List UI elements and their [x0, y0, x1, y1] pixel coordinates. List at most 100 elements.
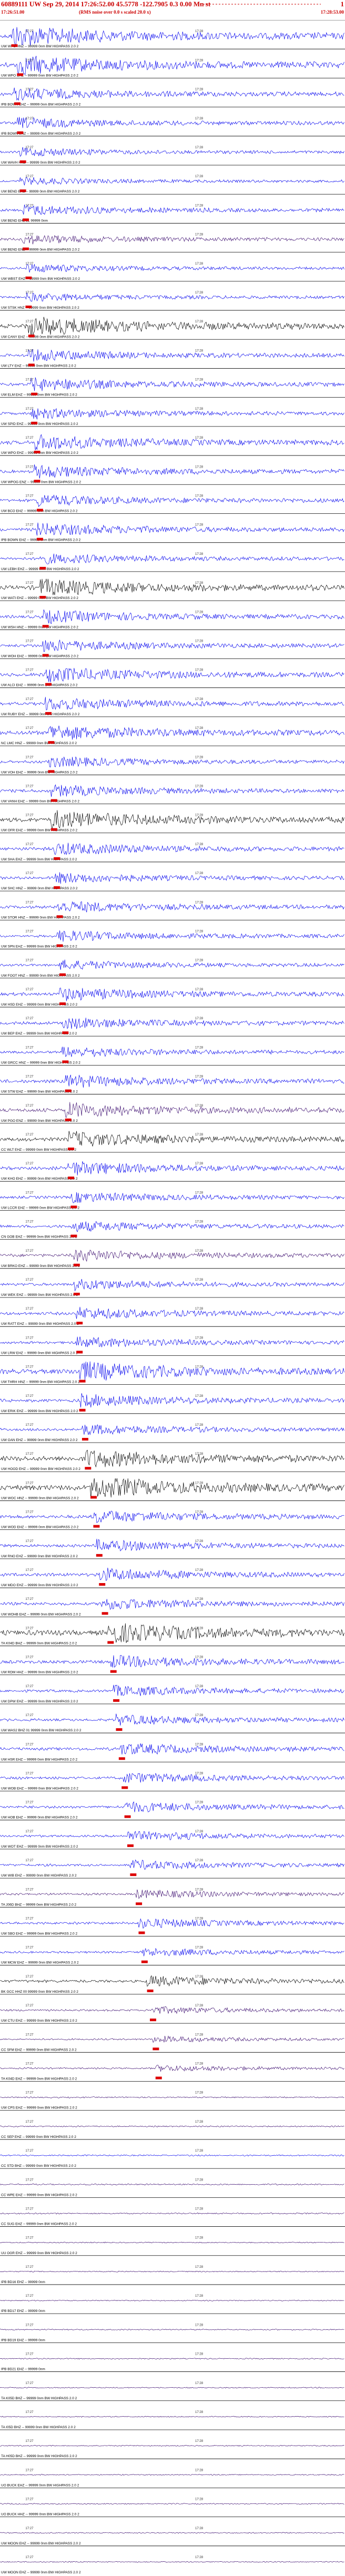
pick-marker — [39, 566, 46, 570]
time-tick-label: 17:27 — [25, 1076, 34, 1079]
trace-42: 17:27 17:28 CN GOB EHZ -- 99999 0nm BW HIG… — [0, 1210, 345, 1239]
trace-label: BK GCC HHZ 00 99999 0nm BW HIGHPASS 2.0 … — [1, 1990, 78, 1994]
trace-13: 17:27 17:28 UW ELM EHZ -- 99999 0nm BW HIG… — [0, 368, 345, 397]
trace-label: UW RUBY EHZ -- 99999 0nm BW HIGHPASS 2.0… — [1, 713, 80, 716]
time-tick-label: 17:27 — [25, 1017, 34, 1020]
time-tick-label: 17:28 — [195, 1104, 204, 1108]
time-tick-label: 17:27 — [25, 669, 34, 672]
seismogram-plot: 17:27 17:28UW WPO HNZ -- 99999 0nm BW HIG… — [0, 20, 345, 2574]
time-tick-label: 17:28 — [195, 1366, 204, 1369]
trace-25: 17:27 17:28 NC LMC HNZ -- 99999 0nm BW HIG… — [0, 716, 345, 745]
trace-label: UW WPOG ENZ -- 99999 0nm BW HIGHPASS 2.0… — [1, 480, 81, 484]
trace-66: 17:27 17:28 UW SBO EHZ -- 99999 0nm BW HIG… — [0, 1906, 345, 1936]
waveform — [0, 1279, 344, 1292]
time-tick-label: 17:28 — [195, 1424, 204, 1427]
trace-23: 17:27 17:28 UW ALCI EHZ -- 99999 0nm BW HI… — [0, 658, 345, 687]
time-tick-label: 17:28 — [195, 640, 204, 643]
waveform — [0, 1017, 344, 1029]
trace-label: UO BUCK EHZ -- 99999 0nm BW HIGHPASS 2.0… — [1, 2483, 79, 2487]
trace-47: 17:27 17:28 UW THRH HNZ -- 99999 0nm BW HI… — [0, 1355, 345, 1384]
trace-label: UW STOR HNZ -- 99999 0nm BW HIGHPASS 2.0… — [1, 916, 80, 919]
trace-label: IPB BD19 EHZ -- 99999 0nm — [1, 2338, 45, 2342]
waveform — [0, 1336, 344, 1347]
time-tick-label: 17:28 — [195, 1250, 204, 1253]
trace-26: 17:27 17:28 UW VOH EHZ -- 99999 0nm BW HIG… — [0, 745, 345, 774]
waveform — [0, 2125, 344, 2127]
trace-88: 17:27 17:28 UW MOON EHZ -- 99999 0nm BW HI… — [0, 2545, 345, 2574]
trace-87: 17:27 17:28 UW MOON EHZ -- 99999 0nm BW HI… — [0, 2517, 345, 2545]
trace-label: UW RDM HHZ -- 99999 0nm BW HIGHPASS 2.0 … — [1, 1671, 78, 1675]
trace-label: UW BRKO EHZ -- 99999 0nm BW HIGHPASS 2.0… — [1, 1264, 80, 1268]
time-tick-label: 17:27 — [25, 1801, 34, 1804]
trace-49: 17:27 17:28 UW OAN EHZ -- 99999 0nm BW HIG… — [0, 1413, 345, 1442]
trace-28: 17:27 17:28 UW OFR EHZ -- 99999 0nm BW HIG… — [0, 804, 345, 833]
time-tick-label: 17:28 — [195, 2353, 204, 2356]
time-tick-label: 17:27 — [25, 553, 34, 556]
time-tick-label: 17:27 — [25, 88, 34, 92]
time-tick-label: 17:27 — [25, 1859, 34, 1862]
waveform — [0, 668, 344, 683]
pick-marker — [116, 1728, 123, 1731]
time-tick-label: 17:28 — [195, 843, 204, 846]
waveform — [0, 1074, 344, 1088]
time-tick-label: 17:28 — [195, 465, 204, 469]
trace-label: UW RNO EHZ -- 99999 0nm BW HIGHPASS 2.0 … — [1, 1555, 78, 1558]
time-tick-label: 17:27 — [25, 1279, 34, 1282]
trace-label: TA K04D BHZ -- 99999 0nm BW HIGHPASS 2.0… — [1, 1641, 77, 1645]
trace-label: UW FOOT HNZ -- 99999 0nm BW HIGHPASS 2.0… — [1, 974, 80, 978]
waveform — [0, 2154, 344, 2157]
time-tick-label: 17:27 — [25, 814, 34, 817]
waveform — [0, 1424, 344, 1435]
trace-label: TA H05D BHZ -- 99999 0nm BW HIGHPASS 2.0… — [1, 2455, 77, 2458]
trace-3: 17:27 17:28 IPB BOWN EHZ -- 99999 0nm BW H… — [0, 78, 345, 107]
waveform — [0, 1047, 344, 1058]
trace-51: 17:27 17:28 UW WOC HNZ -- 99999 0nm BW HIG… — [0, 1471, 345, 1500]
time-tick-label: 17:28 — [195, 2121, 204, 2124]
time-tick-label: 17:28 — [195, 756, 204, 759]
pick-marker — [36, 537, 43, 541]
time-tick-label: 17:28 — [195, 1946, 204, 1950]
waveform — [0, 1538, 344, 1551]
waveform — [0, 2035, 344, 2043]
trace-72: 17:27 17:28 UW CPS EHZ -- 99999 0nm BW HIG… — [0, 2081, 345, 2110]
time-tick-label: 17:27 — [25, 2411, 34, 2414]
pick-marker — [31, 392, 38, 395]
time-tick-label: 17:28 — [195, 2382, 204, 2385]
pick-marker — [59, 1002, 66, 1005]
waveform — [0, 2006, 344, 2014]
time-tick-label: 17:28 — [195, 1017, 204, 1020]
time-tick-label: 17:27 — [25, 582, 34, 585]
waveform — [0, 1655, 344, 1668]
trace-77: 17:27 17:28 UU OGR EHZ -- 99999 0nm BW HIG… — [0, 2226, 345, 2255]
time-tick-label: 17:27 — [25, 872, 34, 875]
pick-marker — [147, 1989, 154, 1992]
trace-label: IPB BD17 EHZ -- 99999 0nm — [1, 2309, 45, 2313]
trace-58: 17:27 17:28 UW DPW EHZ -- 99999 0nm BW HIG… — [0, 1675, 345, 1703]
time-tick-label: 17:28 — [195, 959, 204, 962]
trace-50: 17:27 17:28 UW HOOD EHZ -- 99999 0nm BW HI… — [0, 1442, 345, 1471]
pick-marker — [39, 596, 46, 599]
pick-marker — [54, 886, 60, 889]
trace-22: 17:27 17:28 UW WOH EHZ -- 99999 0nm BW HIG… — [0, 629, 345, 658]
waveform — [0, 843, 344, 855]
time-tick-label: 17:28 — [195, 1685, 204, 1688]
trace-83: 17:27 17:28 TA I05D BHZ -- 99999 0nm BW HI… — [0, 2400, 345, 2429]
waveform — [0, 2096, 344, 2098]
trace-12: 17:27 17:28 UW LTY EHZ -- 99999 0nm BW HIG… — [0, 339, 345, 368]
trace-70: 17:27 17:28 CC SFM EHZ -- 99999 0nm BW HIG… — [0, 2023, 345, 2052]
trace-29: 17:27 17:28 UW SHA EHZ -- 99999 0nm BW HIG… — [0, 833, 345, 861]
trace-56: 17:27 17:28 TA K04D BHZ -- 99999 0nm BW HI… — [0, 1616, 345, 1645]
time-tick-label: 17:28 — [195, 2469, 204, 2472]
time-tick-label: 17:27 — [25, 2527, 34, 2530]
trace-33: 17:27 17:28 UW FOOT HNZ -- 99999 0nm BW HI… — [0, 949, 345, 978]
trace-label: UW WAVH HNZ -- 99999 0nm BW HIGHPASS 2.0… — [1, 161, 80, 165]
trace-19: 17:2717:28UW LEBH EHZ -- 99999 0nm BW HI… — [0, 542, 345, 571]
waveform — [0, 408, 344, 420]
waveform — [0, 349, 344, 362]
waveform — [0, 810, 344, 829]
time-tick-label: 17:28 — [195, 379, 204, 382]
time-tick-label: 17:27 — [25, 2469, 34, 2472]
time-tick-label: 17:28 — [195, 408, 204, 411]
time-tick-label: 17:27 — [25, 1540, 34, 1543]
trace-label: UW SHA EHZ -- 99999 0nm BW HIGHPASS 2.0 … — [1, 858, 77, 861]
